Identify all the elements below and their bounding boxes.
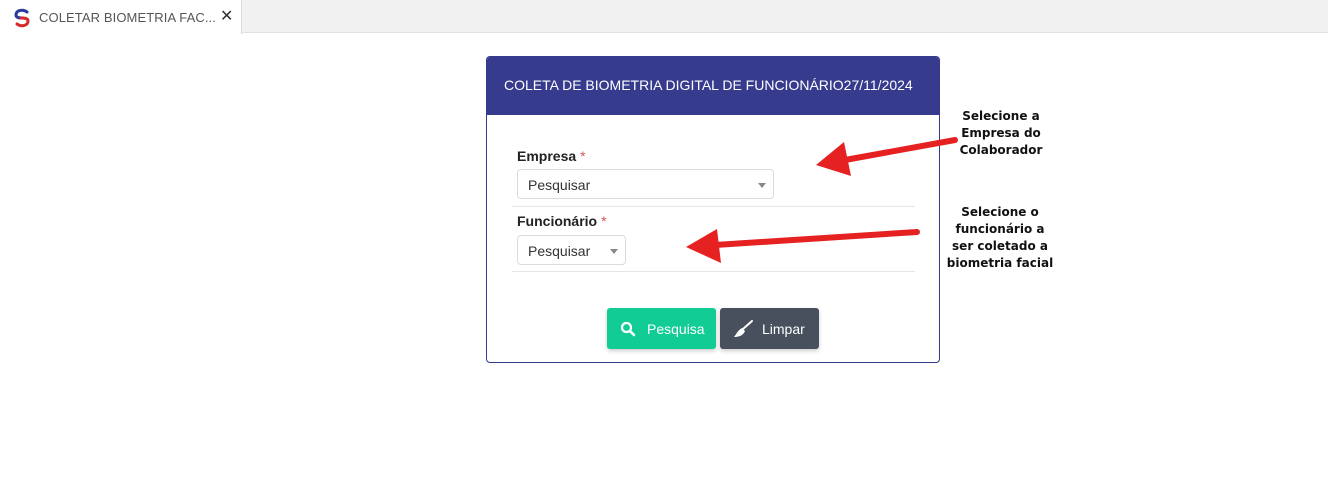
annotation-line: funcionário a (955, 222, 1045, 236)
annotation-line: Colaborador (959, 143, 1043, 157)
annotation-funcionario: Selecione o funcionário a ser coletado a… (935, 204, 1065, 272)
annotation-line: Selecione o (961, 205, 1039, 219)
annotation-line: biometria facial (946, 256, 1054, 270)
annotation-empresa: Selecione a Empresa do Colaborador (940, 108, 1062, 159)
annotation-arrows (686, 137, 958, 263)
annotation-line: ser coletado a (952, 239, 1048, 253)
annotation-line: Selecione a (962, 109, 1040, 123)
arrow-empresa (816, 137, 958, 176)
arrow-funcionario (686, 229, 920, 263)
annotation-line: Empresa do (961, 126, 1041, 140)
